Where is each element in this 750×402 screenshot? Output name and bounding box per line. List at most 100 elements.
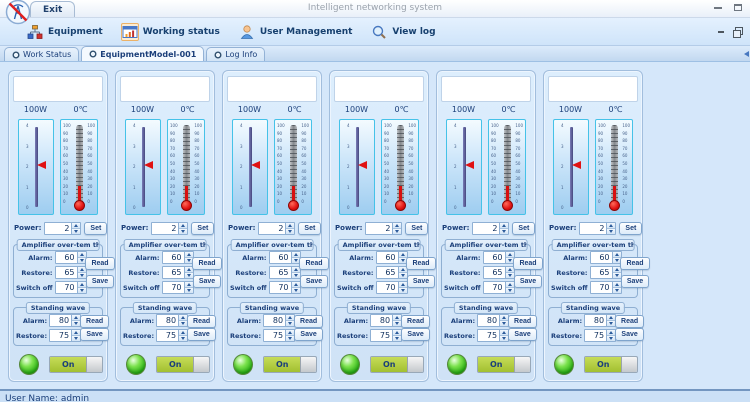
amplifier-save-button[interactable]: Save <box>86 275 114 288</box>
amplifier-restore-spinner[interactable]: 65 <box>55 266 87 279</box>
spinner-down-icon[interactable] <box>393 321 401 326</box>
standing-wave-alarm-spinner[interactable]: 80 <box>584 314 616 327</box>
amplifier-alarm-spinner[interactable]: 60 <box>376 251 408 264</box>
spinner-down-icon[interactable] <box>393 336 401 341</box>
amplifier-alarm-spinner[interactable]: 60 <box>483 251 515 264</box>
tab-log-info[interactable]: Log Info <box>206 47 265 61</box>
spinner-down-icon[interactable] <box>613 258 621 263</box>
spinner-down-icon[interactable] <box>607 336 615 341</box>
standing-wave-restore-spinner[interactable]: 75 <box>156 329 188 342</box>
power-gauge-pointer-icon[interactable] <box>37 161 46 169</box>
amplifier-restore-spinner[interactable]: 65 <box>483 266 515 279</box>
power-toggle-switch[interactable]: On <box>584 356 638 373</box>
power-gauge-pointer-icon[interactable] <box>358 161 367 169</box>
toolbar-button-working-status[interactable]: Working status <box>121 23 220 41</box>
amplifier-save-button[interactable]: Save <box>407 275 435 288</box>
toggle-handle[interactable] <box>300 357 316 372</box>
amplifier-switchoff-spinner[interactable]: 70 <box>483 281 515 294</box>
spinner-down-icon[interactable] <box>72 229 80 234</box>
spinner-down-icon[interactable] <box>72 336 80 341</box>
standing-wave-read-button[interactable]: Read <box>294 315 323 328</box>
set-button[interactable]: Set <box>405 222 428 235</box>
toggle-handle[interactable] <box>407 357 423 372</box>
power-gauge-pointer-icon[interactable] <box>572 161 581 169</box>
spinner-down-icon[interactable] <box>78 258 86 263</box>
set-button[interactable]: Set <box>619 222 642 235</box>
spinner-down-icon[interactable] <box>292 288 300 293</box>
standing-wave-alarm-spinner[interactable]: 80 <box>49 314 81 327</box>
standing-wave-alarm-spinner[interactable]: 80 <box>263 314 295 327</box>
standing-wave-alarm-spinner[interactable]: 80 <box>370 314 402 327</box>
spinner-down-icon[interactable] <box>78 273 86 278</box>
standing-wave-read-button[interactable]: Read <box>508 315 537 328</box>
toolbar-button-user-management[interactable]: User Management <box>238 23 353 41</box>
amplifier-alarm-spinner[interactable]: 60 <box>162 251 194 264</box>
spinner-down-icon[interactable] <box>500 321 508 326</box>
minimize-icon[interactable] <box>714 7 722 9</box>
standing-wave-read-button[interactable]: Read <box>615 315 644 328</box>
spinner-down-icon[interactable] <box>399 273 407 278</box>
power-gauge-pointer-icon[interactable] <box>144 161 153 169</box>
spinner-down-icon[interactable] <box>72 321 80 326</box>
set-button[interactable]: Set <box>512 222 535 235</box>
spinner-down-icon[interactable] <box>179 336 187 341</box>
spinner-down-icon[interactable] <box>500 336 508 341</box>
power-spinner[interactable]: 2 <box>365 222 402 235</box>
amplifier-restore-spinner[interactable]: 65 <box>590 266 622 279</box>
amplifier-save-button[interactable]: Save <box>193 275 221 288</box>
spinner-down-icon[interactable] <box>393 229 401 234</box>
standing-wave-save-button[interactable]: Save <box>615 328 643 341</box>
power-toggle-switch[interactable]: On <box>477 356 531 373</box>
spinner-down-icon[interactable] <box>179 229 187 234</box>
spinner-down-icon[interactable] <box>185 288 193 293</box>
standing-wave-save-button[interactable]: Save <box>508 328 536 341</box>
power-gauge-pointer-icon[interactable] <box>465 161 474 169</box>
amplifier-read-button[interactable]: Read <box>620 257 649 270</box>
spinner-down-icon[interactable] <box>78 288 86 293</box>
mdi-restore-icon[interactable] <box>733 27 742 36</box>
set-button[interactable]: Set <box>191 222 214 235</box>
power-toggle-switch[interactable]: On <box>263 356 317 373</box>
spinner-down-icon[interactable] <box>607 321 615 326</box>
amplifier-read-button[interactable]: Read <box>192 257 221 270</box>
amplifier-alarm-spinner[interactable]: 60 <box>269 251 301 264</box>
amplifier-read-button[interactable]: Read <box>299 257 328 270</box>
standing-wave-read-button[interactable]: Read <box>80 315 109 328</box>
standing-wave-restore-spinner[interactable]: 75 <box>477 329 509 342</box>
toggle-handle[interactable] <box>193 357 209 372</box>
amplifier-read-button[interactable]: Read <box>85 257 114 270</box>
amplifier-restore-spinner[interactable]: 65 <box>162 266 194 279</box>
spinner-down-icon[interactable] <box>292 258 300 263</box>
spinner-down-icon[interactable] <box>500 229 508 234</box>
amplifier-restore-spinner[interactable]: 65 <box>269 266 301 279</box>
power-toggle-switch[interactable]: On <box>156 356 210 373</box>
amplifier-save-button[interactable]: Save <box>300 275 328 288</box>
power-toggle-switch[interactable]: On <box>49 356 103 373</box>
spinner-down-icon[interactable] <box>613 273 621 278</box>
toggle-handle[interactable] <box>621 357 637 372</box>
spinner-down-icon[interactable] <box>286 336 294 341</box>
standing-wave-save-button[interactable]: Save <box>294 328 322 341</box>
toolbar-button-equipment[interactable]: Equipment <box>26 23 103 41</box>
standing-wave-alarm-spinner[interactable]: 80 <box>477 314 509 327</box>
amplifier-alarm-spinner[interactable]: 60 <box>55 251 87 264</box>
amplifier-restore-spinner[interactable]: 65 <box>376 266 408 279</box>
amplifier-read-button[interactable]: Read <box>406 257 435 270</box>
power-spinner[interactable]: 2 <box>151 222 188 235</box>
standing-wave-restore-spinner[interactable]: 75 <box>584 329 616 342</box>
amplifier-alarm-spinner[interactable]: 60 <box>590 251 622 264</box>
power-gauge-pointer-icon[interactable] <box>251 161 260 169</box>
toggle-handle[interactable] <box>514 357 530 372</box>
set-button[interactable]: Set <box>84 222 107 235</box>
toggle-handle[interactable] <box>86 357 102 372</box>
spinner-down-icon[interactable] <box>506 288 514 293</box>
amplifier-switchoff-spinner[interactable]: 70 <box>376 281 408 294</box>
spinner-down-icon[interactable] <box>613 288 621 293</box>
spinner-down-icon[interactable] <box>185 273 193 278</box>
spinner-down-icon[interactable] <box>292 273 300 278</box>
power-spinner[interactable]: 2 <box>258 222 295 235</box>
amplifier-switchoff-spinner[interactable]: 70 <box>590 281 622 294</box>
standing-wave-save-button[interactable]: Save <box>80 328 108 341</box>
spinner-down-icon[interactable] <box>286 229 294 234</box>
maximize-icon[interactable] <box>734 4 742 11</box>
